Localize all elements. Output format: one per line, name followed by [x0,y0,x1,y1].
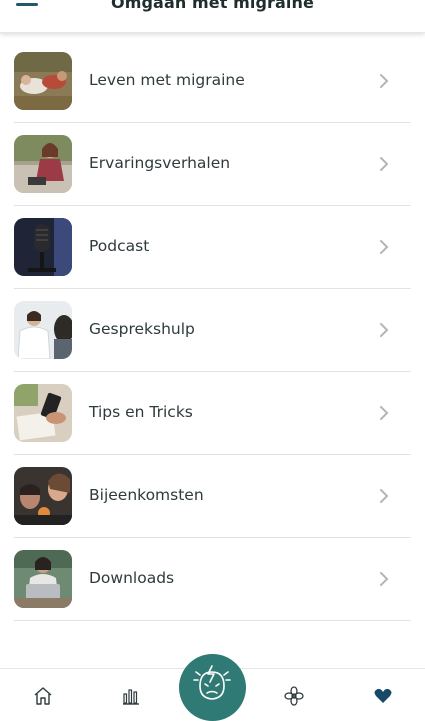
menu-item-leven-met-migraine[interactable]: Leven met migraine [14,40,411,123]
menu-item-label: Leven met migraine [89,71,245,89]
chevron-right-icon [380,406,389,420]
people-lying-in-grass-photo [14,52,72,110]
woman-with-laptop-photo [14,550,72,608]
chevron-right-icon [380,157,389,171]
woman-tying-shoe-photo [14,135,72,193]
chevron-right-icon [380,240,389,254]
app-header: Omgaan met migraine [0,0,425,33]
menu-item-downloads[interactable]: Downloads [14,538,411,621]
menu-item-label: Ervaringsverhalen [89,154,231,172]
migraine-head-icon[interactable] [179,654,246,721]
flower-icon[interactable] [283,685,305,707]
chevron-right-icon [380,74,389,88]
menu-item-tips-en-tricks[interactable]: Tips en Tricks [14,372,411,455]
doctor-consultation-photo [14,301,72,359]
menu-item-label: Downloads [89,569,175,587]
chevron-right-icon [380,323,389,337]
menu-item-podcast[interactable]: Podcast [14,206,411,289]
home-icon[interactable] [32,685,54,707]
heart-icon[interactable] [372,685,394,707]
menu-item-label: Gesprekshulp [89,320,195,338]
page-title: Omgaan met migraine [111,0,314,12]
menu-item-gesprekshulp[interactable]: Gesprekshulp [14,289,411,372]
chevron-right-icon [380,572,389,586]
menu-item-label: Podcast [89,237,150,255]
group-gathering-photo [14,467,72,525]
menu-item-label: Tips en Tricks [89,403,193,421]
chevron-right-icon [380,489,389,503]
migraine-head-graphic [193,665,231,700]
menu-list: Leven met migraine Ervaringsverhalen Pod… [14,40,411,621]
menu-item-bijeenkomsten[interactable]: Bijeenkomsten [14,455,411,538]
menu-item-label: Bijeenkomsten [89,486,204,504]
menu-item-ervaringsverhalen[interactable]: Ervaringsverhalen [14,123,411,206]
phone-and-notebook-photo [14,384,72,442]
statistics-icon[interactable] [120,685,142,707]
microphone-photo [14,218,72,276]
